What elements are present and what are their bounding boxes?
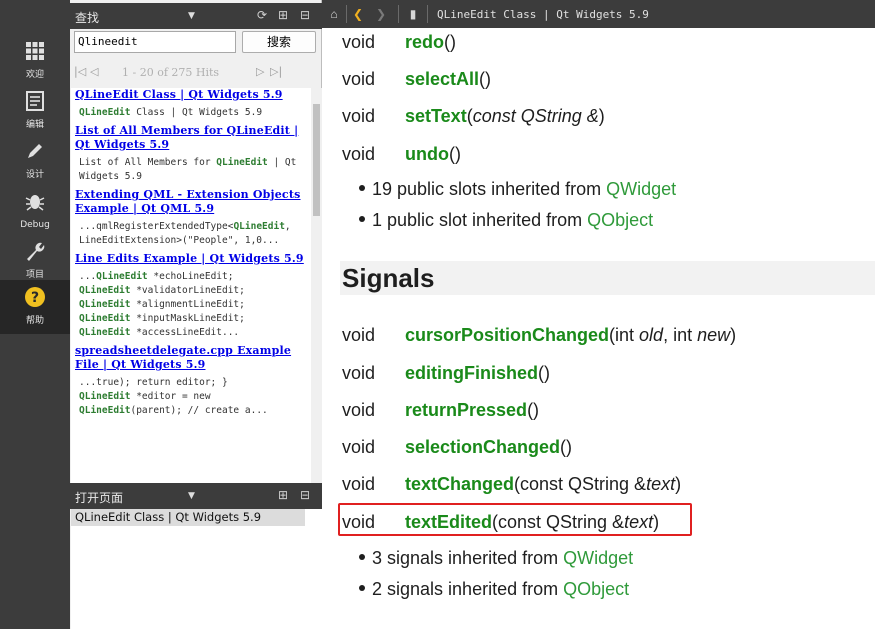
result-snippet: ...qmlRegisterExtendedType<QLineEdit, Li… (79, 221, 291, 246)
function-link[interactable]: editingFinished (405, 363, 538, 383)
search-results: QLineEdit Class | Qt Widgets 5.9 QLineEd… (71, 88, 311, 483)
doc-toolbar: ⌂ ❮ ❯ ▮ QLineEdit Class | Qt Widgets 5.9 (322, 0, 875, 28)
mode-welcome[interactable]: 欢迎 (0, 34, 70, 88)
open-pages-list: QLineEdit Class | Qt Widgets 5.9 (71, 509, 322, 629)
results-pager: |◁ ◁ 1 - 20 of 275 Hits ▷ ▷| (70, 62, 322, 84)
mode-design[interactable]: 设计 (0, 134, 70, 188)
inherited-link[interactable]: QWidget (563, 548, 633, 568)
inherited-link[interactable]: QWidget (606, 179, 676, 199)
mode-label: Debug (20, 220, 50, 230)
open-pages-header: 打开页面 ▼ ⊞ ⊟ (70, 483, 322, 509)
search-input[interactable]: Qlineedit (74, 31, 236, 53)
doc-content: void redo() void selectAll() void setTex… (323, 28, 875, 629)
list-item: spreadsheetdelegate.cpp Example File | Q… (75, 344, 311, 418)
close-pane-icon[interactable]: ⊟ (298, 488, 312, 502)
mode-bar: 欢迎 编辑 设计 Debug 项目 ? 帮助 (0, 0, 70, 629)
list-item: List of All Members for QLineEdit | Qt W… (75, 124, 311, 184)
function-link[interactable]: textChanged (405, 474, 514, 494)
list-item: 2 signals inherited from QObject (359, 579, 629, 600)
bookmark-icon[interactable]: ▮ (406, 7, 420, 21)
chevron-down-icon[interactable]: ▼ (188, 11, 195, 21)
signals-heading: Signals (340, 261, 875, 295)
function-link[interactable]: redo (405, 32, 444, 52)
search-button[interactable]: 搜索 (242, 31, 316, 53)
list-item: Extending QML - Extension Objects Exampl… (75, 188, 311, 248)
search-pane: 查找 ▼ ⟳ ⊞ ⊟ Qlineedit 搜索 |◁ ◁ 1 - 20 of 2… (70, 0, 322, 629)
list-item: Line Edits Example | Qt Widgets 5.9 ...Q… (75, 252, 311, 340)
results-scrollbar[interactable] (311, 88, 322, 483)
result-snippet: QLineEdit Class | Qt Widgets 5.9 (79, 107, 263, 118)
bug-icon (25, 195, 45, 211)
mode-edit[interactable]: 编辑 (0, 84, 70, 138)
mode-label: 欢迎 (25, 70, 44, 80)
mode-debug[interactable]: Debug (0, 184, 70, 238)
result-link[interactable]: List of All Members for QLineEdit | Qt W… (75, 124, 311, 152)
open-page-item[interactable]: QLineEdit Class | Qt Widgets 5.9 (71, 509, 305, 526)
close-pane-icon[interactable]: ⊟ (298, 8, 312, 22)
function-link[interactable]: cursorPositionChanged (405, 325, 609, 345)
hits-count: 1 - 20 of 275 Hits (122, 66, 220, 79)
result-snippet: ...QLineEdit *echoLineEdit; QLineEdit *v… (79, 271, 245, 338)
scrollbar-thumb[interactable] (313, 104, 320, 216)
split-icon[interactable]: ⊞ (276, 488, 290, 502)
prev-page-icon[interactable]: ◁ (90, 65, 98, 78)
function-link[interactable]: returnPressed (405, 400, 527, 420)
function-link[interactable]: selectionChanged (405, 437, 560, 457)
result-snippet: ...true); return editor; } QLineEdit *ed… (79, 377, 268, 416)
search-pane-title: 查找 (75, 11, 100, 25)
result-link[interactable]: Line Edits Example | Qt Widgets 5.9 (75, 252, 311, 266)
pen-icon (28, 144, 42, 158)
list-item: 19 public slots inherited from QWidget (359, 179, 676, 200)
highlight-box (338, 503, 692, 536)
document-icon (26, 91, 44, 111)
mode-label: 设计 (25, 170, 44, 180)
result-snippet: List of All Members for QLineEdit | Qt W… (79, 157, 297, 182)
wrench-icon (27, 242, 45, 261)
list-item: QLineEdit Class | Qt Widgets 5.9 QLineEd… (75, 88, 311, 120)
home-icon[interactable]: ⌂ (327, 7, 341, 21)
split-icon[interactable]: ⊞ (276, 8, 290, 22)
result-link[interactable]: Extending QML - Extension Objects Exampl… (75, 188, 311, 216)
mode-label: 帮助 (25, 316, 44, 326)
function-link[interactable]: selectAll (405, 69, 479, 89)
forward-icon[interactable]: ❯ (374, 7, 388, 21)
result-link[interactable]: spreadsheetdelegate.cpp Example File | Q… (75, 344, 311, 372)
mode-help[interactable]: ? 帮助 (0, 280, 70, 334)
svg-text:?: ? (31, 290, 39, 306)
result-link[interactable]: QLineEdit Class | Qt Widgets 5.9 (75, 88, 311, 102)
list-item: 1 public slot inherited from QObject (359, 210, 653, 231)
first-page-icon[interactable]: |◁ (74, 65, 86, 78)
function-link[interactable]: setText (405, 106, 467, 126)
inherited-link[interactable]: QObject (587, 210, 653, 230)
doc-tab-title[interactable]: QLineEdit Class | Qt Widgets 5.9 (437, 8, 649, 21)
refresh-icon[interactable]: ⟳ (255, 8, 269, 22)
mode-label: 项目 (25, 270, 44, 280)
function-link[interactable]: undo (405, 144, 449, 164)
search-pane-header: 查找 ▼ ⟳ ⊞ ⊟ (70, 3, 322, 29)
last-page-icon[interactable]: ▷| (270, 65, 282, 78)
inherited-link[interactable]: QObject (563, 579, 629, 599)
list-item: 3 signals inherited from QWidget (359, 548, 633, 569)
open-pages-title: 打开页面 (75, 491, 124, 505)
help-icon: ? (25, 287, 45, 307)
mode-label: 编辑 (25, 120, 44, 130)
back-icon[interactable]: ❮ (351, 7, 365, 21)
chevron-down-icon[interactable]: ▼ (188, 491, 195, 501)
grid-icon (26, 42, 44, 60)
next-page-icon[interactable]: ▷ (256, 65, 264, 78)
